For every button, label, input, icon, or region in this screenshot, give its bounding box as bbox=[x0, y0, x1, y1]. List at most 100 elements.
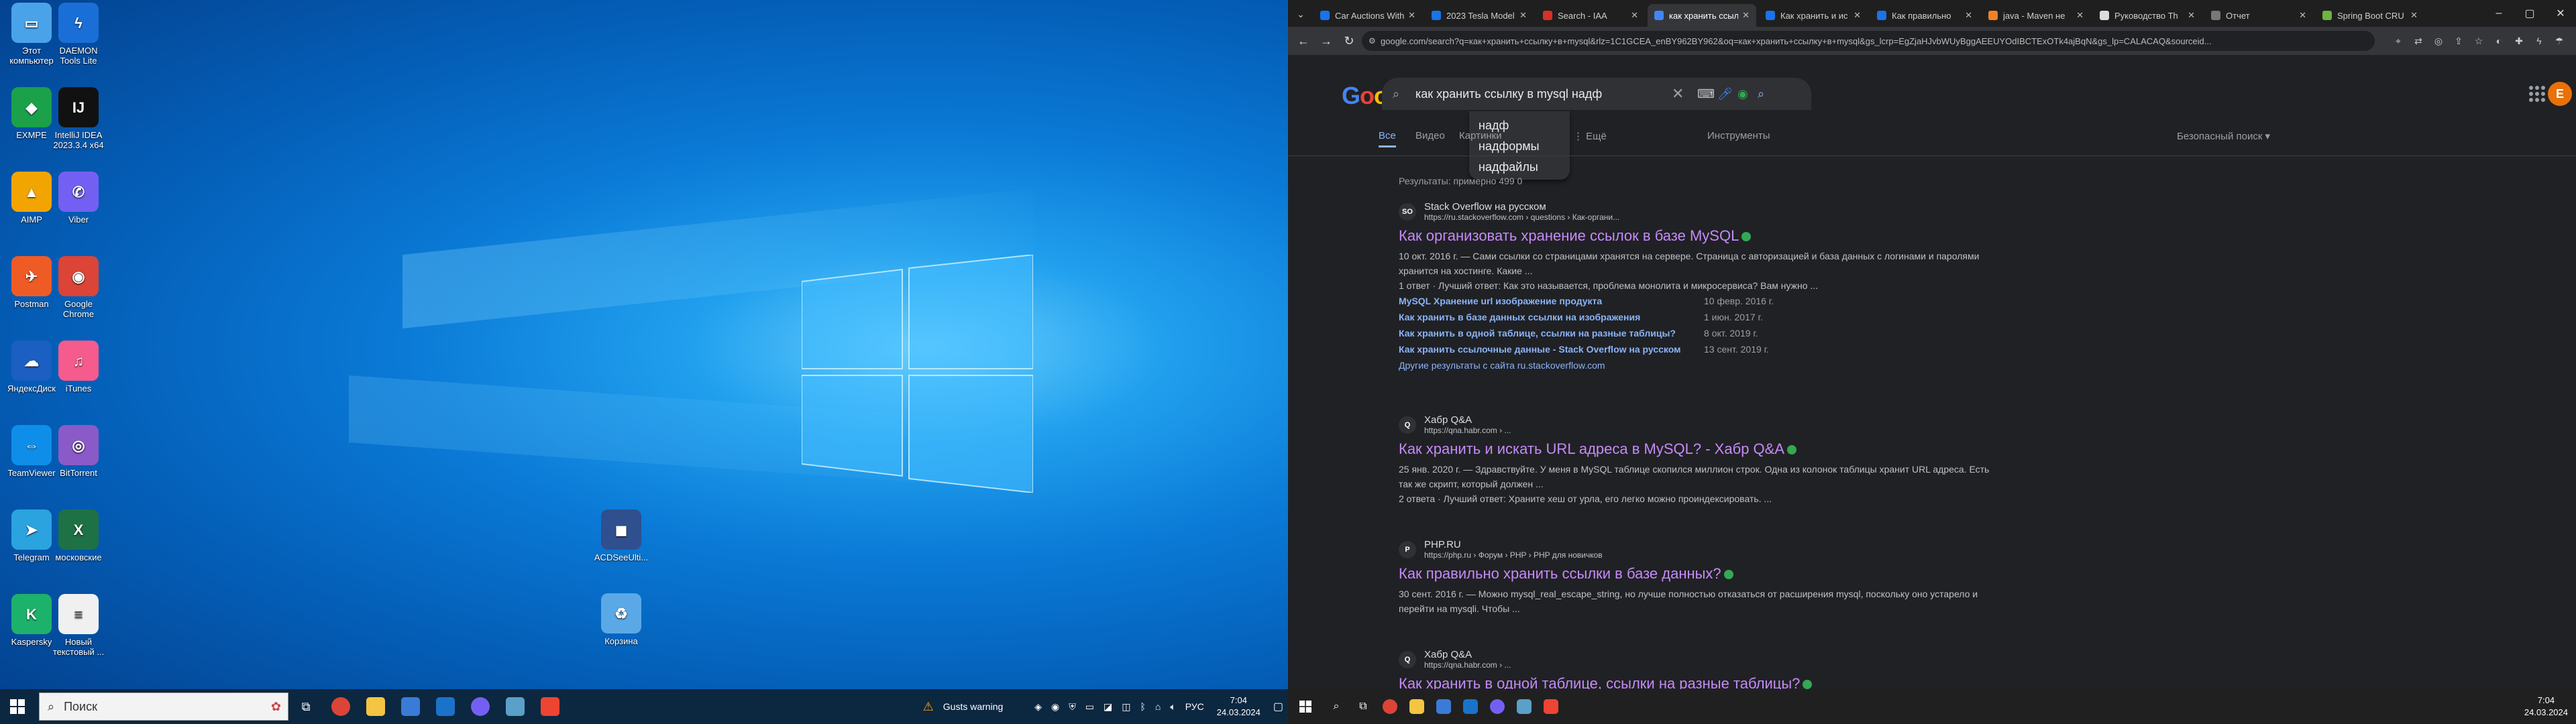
task-view-button[interactable]: ⧉ bbox=[288, 689, 323, 724]
browser-tab[interactable]: как хранить ссыл ✕ bbox=[1648, 4, 1756, 27]
network-icon[interactable]: ⌂ bbox=[1155, 701, 1161, 712]
battery-icon[interactable]: ▭ bbox=[1085, 701, 1094, 713]
sitelink[interactable]: MySQL Хранение url изображение продукта bbox=[1399, 293, 1704, 309]
tab-close-icon[interactable]: ✕ bbox=[1408, 10, 1415, 21]
tab-images[interactable]: Картинки bbox=[1459, 130, 1502, 141]
google-search-input[interactable] bbox=[1414, 86, 1672, 102]
desktop-shortcut[interactable]: ✆ Viber bbox=[48, 172, 109, 225]
bookmark-star-icon[interactable]: ☆ bbox=[2470, 32, 2487, 50]
tab-close-icon[interactable]: ✕ bbox=[1742, 10, 1750, 21]
browser-tab[interactable]: Как хранить и ис ✕ bbox=[1759, 4, 1868, 27]
tab-close-icon[interactable]: ✕ bbox=[1631, 10, 1638, 21]
result-site[interactable]: SO Stack Overflow на русском https://ru.… bbox=[1399, 201, 2002, 222]
eye-icon[interactable]: ◎ bbox=[2430, 32, 2447, 50]
reload-icon[interactable]: ↻ bbox=[1338, 34, 1360, 48]
taskbar-viber[interactable] bbox=[1484, 689, 1511, 724]
tab-close-icon[interactable]: ✕ bbox=[1519, 10, 1527, 21]
result-title-link[interactable]: Как правильно хранить ссылки в базе данн… bbox=[1399, 565, 2002, 583]
desktop-shortcut[interactable]: ♻ Корзина bbox=[589, 593, 653, 646]
taskbar-explorer[interactable] bbox=[1403, 689, 1430, 724]
extension-icon[interactable]: ϟ bbox=[2530, 32, 2548, 50]
google-apps-icon[interactable] bbox=[2529, 86, 2545, 102]
tab-close-icon[interactable]: ✕ bbox=[2410, 10, 2418, 21]
desktop-shortcut[interactable]: ♫ iTunes bbox=[48, 341, 109, 394]
forward-icon[interactable]: → bbox=[1315, 34, 1338, 48]
tab-more[interactable]: ⋮ Ещё bbox=[1573, 130, 1607, 142]
tab-close-icon[interactable]: ✕ bbox=[2076, 10, 2084, 21]
desktop-shortcut[interactable]: ϟ DAEMON Tools Lite bbox=[48, 3, 109, 66]
tray-app-icon[interactable]: ◫ bbox=[1122, 701, 1130, 713]
result-site[interactable]: P PHP.RU https://php.ru › Форум › PHP › … bbox=[1399, 539, 2002, 560]
result-site[interactable]: Q Хабр Q&A https://qna.habr.com › ... bbox=[1399, 414, 2002, 435]
desktop-shortcut[interactable]: Xмосковские bbox=[48, 509, 109, 562]
desktop-shortcut[interactable]: ◉ Google Chrome bbox=[48, 256, 109, 319]
weather-text[interactable]: Gusts warning bbox=[943, 701, 1003, 712]
tray-shield-icon[interactable]: ⛨ bbox=[1069, 701, 1076, 713]
browser-tab[interactable]: 2023 Tesla Model ✕ bbox=[1425, 4, 1534, 27]
language-indicator[interactable]: РУС bbox=[1185, 701, 1204, 712]
keyboard-icon[interactable]: ⌨ bbox=[1697, 87, 1715, 101]
taskbar-chrome[interactable] bbox=[323, 689, 358, 724]
translate-icon[interactable]: ⇄ bbox=[2410, 32, 2427, 50]
start-button[interactable] bbox=[1288, 689, 1323, 724]
taskbar-intellij[interactable] bbox=[533, 689, 568, 724]
search-submit-icon[interactable]: ⌕ bbox=[1758, 87, 1764, 101]
desktop-shortcut[interactable]: ≡ Новый текстовый ... bbox=[48, 594, 109, 657]
browser-tab[interactable]: Spring Boot CRU ✕ bbox=[2316, 4, 2424, 27]
browser-tab[interactable]: Car Auctions With ✕ bbox=[1313, 4, 1422, 27]
browser-tab[interactable]: Как правильно ✕ bbox=[1870, 4, 1979, 27]
taskbar-mail[interactable] bbox=[428, 689, 463, 724]
account-avatar[interactable]: E bbox=[2548, 82, 2572, 106]
bluetooth-icon[interactable]: ᛒ bbox=[1140, 701, 1145, 712]
taskbar-mail[interactable] bbox=[1457, 689, 1484, 724]
volume-icon[interactable]: 🔈︎ bbox=[1170, 701, 1175, 713]
result-title-link[interactable]: Как хранить и искать URL адреса в MySQL?… bbox=[1399, 440, 2002, 458]
maximize-icon[interactable]: ▢ bbox=[2514, 7, 2545, 20]
tab-close-icon[interactable]: ✕ bbox=[1965, 10, 1972, 21]
extension-icon[interactable]: ✚ bbox=[2510, 32, 2528, 50]
search-button[interactable]: ⌕ bbox=[1323, 689, 1350, 724]
clear-icon[interactable]: ✕ bbox=[1672, 85, 1684, 103]
browser-tab[interactable]: java - Maven не ✕ bbox=[1982, 4, 2090, 27]
tab-search-icon[interactable]: ⌄ bbox=[1292, 5, 1309, 23]
taskbar-search-box[interactable]: ⌕ Поиск ✿ bbox=[39, 692, 288, 721]
microphone-icon[interactable]: 🎤︎ bbox=[1717, 87, 1733, 101]
taskbar-explorer[interactable] bbox=[358, 689, 393, 724]
taskbar-viber[interactable] bbox=[463, 689, 498, 724]
browser-tab[interactable]: Отчет ✕ bbox=[2204, 4, 2313, 27]
address-bar[interactable]: ⚙ google.com/search?q=как+хранить+ссылку… bbox=[1362, 31, 2375, 51]
suggestion-item[interactable]: надфайлы bbox=[1469, 157, 1570, 178]
tab-tools[interactable]: Инструменты bbox=[1707, 130, 1770, 141]
location-icon[interactable]: ⌖ bbox=[2390, 32, 2407, 50]
tab-all[interactable]: Все bbox=[1379, 130, 1396, 147]
taskbar-intellij[interactable] bbox=[1538, 689, 1564, 724]
more-results-link[interactable]: Другие результаты с сайта ru.stackoverfl… bbox=[1399, 357, 2002, 373]
result-title-link[interactable]: Как организовать хранение ссылок в базе … bbox=[1399, 227, 2002, 245]
task-view-button[interactable]: ⧉ bbox=[1350, 689, 1377, 724]
desktop-shortcut[interactable]: ◼ ACDSeeUlti... bbox=[589, 509, 653, 562]
taskbar-app-save[interactable] bbox=[393, 689, 428, 724]
taskbar-app[interactable] bbox=[498, 689, 533, 724]
sitelink[interactable]: Как хранить ссылочные данные - Stack Ove… bbox=[1399, 341, 1704, 357]
taskbar-app[interactable] bbox=[1511, 689, 1538, 724]
tab-close-icon[interactable]: ✕ bbox=[2188, 10, 2195, 21]
extensions-puzzle-icon[interactable]: ⧠ bbox=[2571, 32, 2576, 50]
notification-icon[interactable]: ▢ bbox=[1273, 700, 1283, 713]
tab-close-icon[interactable]: ✕ bbox=[1854, 10, 1861, 21]
clock-secondary[interactable]: 7:04 24.03.2024 bbox=[2516, 689, 2576, 724]
sitelink[interactable]: Как хранить в одной таблице, ссылки на р… bbox=[1399, 325, 1704, 341]
sitelink[interactable]: Как хранить в базе данных ссылки на изоб… bbox=[1399, 309, 1704, 325]
safesearch-toggle[interactable]: Безопасный поиск ▾ bbox=[2177, 130, 2270, 142]
extension-icon[interactable]: ☂ bbox=[2551, 32, 2568, 50]
result-site[interactable]: Q Хабр Q&A https://qna.habr.com › ... bbox=[1399, 649, 2002, 670]
lens-icon[interactable]: ◉ bbox=[1737, 87, 1748, 101]
browser-tab[interactable]: Search - IAA ✕ bbox=[1536, 4, 1645, 27]
taskbar-chrome[interactable] bbox=[1377, 689, 1403, 724]
tab-video[interactable]: Видео bbox=[1415, 130, 1445, 141]
browser-tab[interactable]: Руководство Th ✕ bbox=[2093, 4, 2202, 27]
taskbar-app-save[interactable] bbox=[1430, 689, 1457, 724]
back-icon[interactable]: ← bbox=[1292, 34, 1315, 48]
clock[interactable]: 7:04 24.03.2024 bbox=[1217, 695, 1260, 719]
minimize-icon[interactable]: – bbox=[2483, 7, 2514, 19]
site-info-icon[interactable]: ⚙ bbox=[1368, 36, 1376, 46]
